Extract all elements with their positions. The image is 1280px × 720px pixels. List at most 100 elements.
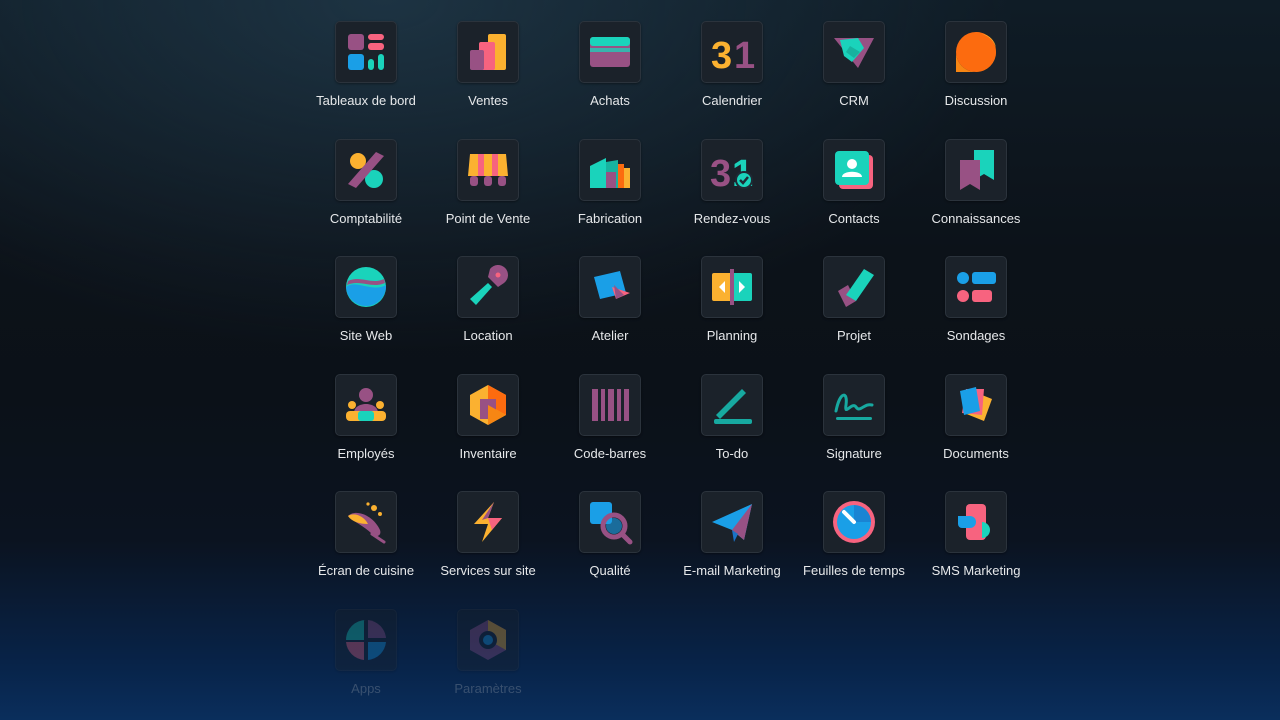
settings-icon [457, 608, 519, 671]
app-label: E-mail Marketing [683, 563, 781, 578]
sales-icon [457, 21, 519, 83]
app-label: Feuilles de temps [803, 563, 905, 578]
manufacturing-icon [579, 138, 641, 201]
project-icon [823, 256, 885, 318]
app-field-service[interactable]: Services sur site [427, 491, 549, 609]
planning-icon [701, 256, 763, 318]
app-surveys[interactable]: Sondages [915, 256, 1037, 374]
signature-icon [823, 373, 885, 436]
contacts-icon [823, 138, 885, 201]
app-email-marketing[interactable]: E-mail Marketing [671, 491, 793, 609]
app-label: Signature [826, 445, 882, 461]
app-dashboards[interactable]: Tableaux de bord [305, 21, 427, 139]
app-label: Fabrication [577, 210, 643, 226]
calendar-icon: 3 1 [701, 21, 763, 83]
quality-icon [579, 491, 641, 553]
app-grid: Tableaux de bord Ventes Achats 3 1 Calen… [305, 21, 1037, 720]
barcode-icon [579, 373, 641, 436]
app-todo[interactable]: To-do [671, 373, 793, 492]
crm-icon [823, 21, 885, 83]
app-accounting[interactable]: Comptabilité [305, 138, 427, 257]
app-contacts[interactable]: Contacts [793, 138, 915, 257]
app-label: Qualité [589, 563, 631, 578]
field-service-icon [457, 491, 519, 553]
apps-icon [335, 608, 397, 671]
svg-text:3: 3 [710, 153, 731, 194]
app-label: Paramètres [454, 680, 522, 696]
point-of-sale-icon [457, 138, 519, 201]
rental-icon [457, 256, 519, 318]
app-label: Calendrier [702, 93, 762, 108]
app-documents[interactable]: Documents [915, 373, 1037, 492]
app-label: Code-barres [573, 445, 647, 461]
app-inventory[interactable]: Inventaire [427, 373, 549, 492]
app-label: Achats [590, 93, 630, 108]
app-label: Connaissances [931, 210, 1021, 226]
app-settings[interactable]: Paramètres [427, 608, 549, 720]
app-label: Point de Vente [445, 210, 531, 226]
app-quality[interactable]: Qualité [549, 491, 671, 609]
app-purchase[interactable]: Achats [549, 21, 671, 139]
accounting-icon [335, 138, 397, 201]
app-label: Planning [706, 328, 758, 343]
sms-marketing-icon [945, 491, 1007, 553]
app-label: Location [463, 328, 513, 343]
app-kitchen-display[interactable]: Écran de cuisine [305, 491, 427, 609]
inventory-icon [457, 373, 519, 436]
app-rental[interactable]: Location [427, 256, 549, 374]
workshop-icon [579, 256, 641, 318]
app-barcode[interactable]: Code-barres [549, 373, 671, 492]
app-signature[interactable]: Signature [793, 373, 915, 492]
app-appointments[interactable]: 3 1 Rendez-vous [671, 138, 793, 257]
app-project[interactable]: Projet [793, 256, 915, 374]
app-manufacturing[interactable]: Fabrication [549, 138, 671, 257]
email-marketing-icon [701, 491, 763, 553]
app-label: Discussion [944, 93, 1008, 108]
app-label: Documents [943, 445, 1009, 461]
app-timesheets[interactable]: Feuilles de temps [793, 491, 915, 609]
app-sms-marketing[interactable]: SMS Marketing [915, 491, 1037, 609]
app-discuss[interactable]: Discussion [915, 21, 1037, 139]
app-point-of-sale[interactable]: Point de Vente [427, 138, 549, 257]
app-label: To-do [715, 445, 749, 461]
app-calendar[interactable]: 3 1 Calendrier [671, 21, 793, 139]
purchase-icon [579, 21, 641, 83]
appointments-icon: 3 1 [701, 138, 763, 201]
svg-text:1: 1 [734, 35, 755, 76]
svg-text:3: 3 [711, 35, 732, 76]
app-label: Écran de cuisine [317, 563, 415, 578]
app-workshop[interactable]: Atelier [549, 256, 671, 374]
app-label: Sondages [946, 328, 1006, 343]
app-label: SMS Marketing [931, 563, 1021, 578]
timesheets-icon [823, 491, 885, 553]
app-planning[interactable]: Planning [671, 256, 793, 374]
app-label: Apps [351, 680, 381, 696]
app-crm[interactable]: CRM [793, 21, 915, 139]
app-employees[interactable]: Employés [305, 373, 427, 492]
app-sales[interactable]: Ventes [427, 21, 549, 139]
app-website[interactable]: Site Web [305, 256, 427, 374]
app-knowledge[interactable]: Connaissances [915, 138, 1037, 257]
app-label: Projet [837, 328, 871, 343]
employees-icon [335, 373, 397, 436]
app-label: Comptabilité [329, 210, 403, 226]
kitchen-display-icon [335, 491, 397, 553]
knowledge-icon [945, 138, 1007, 201]
todo-icon [701, 373, 763, 436]
app-label: Rendez-vous [693, 210, 771, 226]
app-label: Employés [337, 445, 395, 461]
app-label: Ventes [468, 93, 508, 108]
app-label: CRM [839, 93, 869, 108]
app-label: Services sur site [440, 563, 536, 578]
app-label: Site Web [339, 328, 393, 343]
app-apps[interactable]: Apps [305, 608, 427, 720]
app-label: Contacts [828, 210, 880, 226]
app-label: Inventaire [459, 445, 517, 461]
dashboards-icon [335, 21, 397, 83]
documents-icon [945, 373, 1007, 436]
website-icon [335, 256, 397, 318]
discuss-icon [945, 21, 1007, 83]
app-label: Tableaux de bord [316, 93, 416, 108]
app-label: Atelier [591, 328, 629, 343]
surveys-icon [945, 256, 1007, 318]
